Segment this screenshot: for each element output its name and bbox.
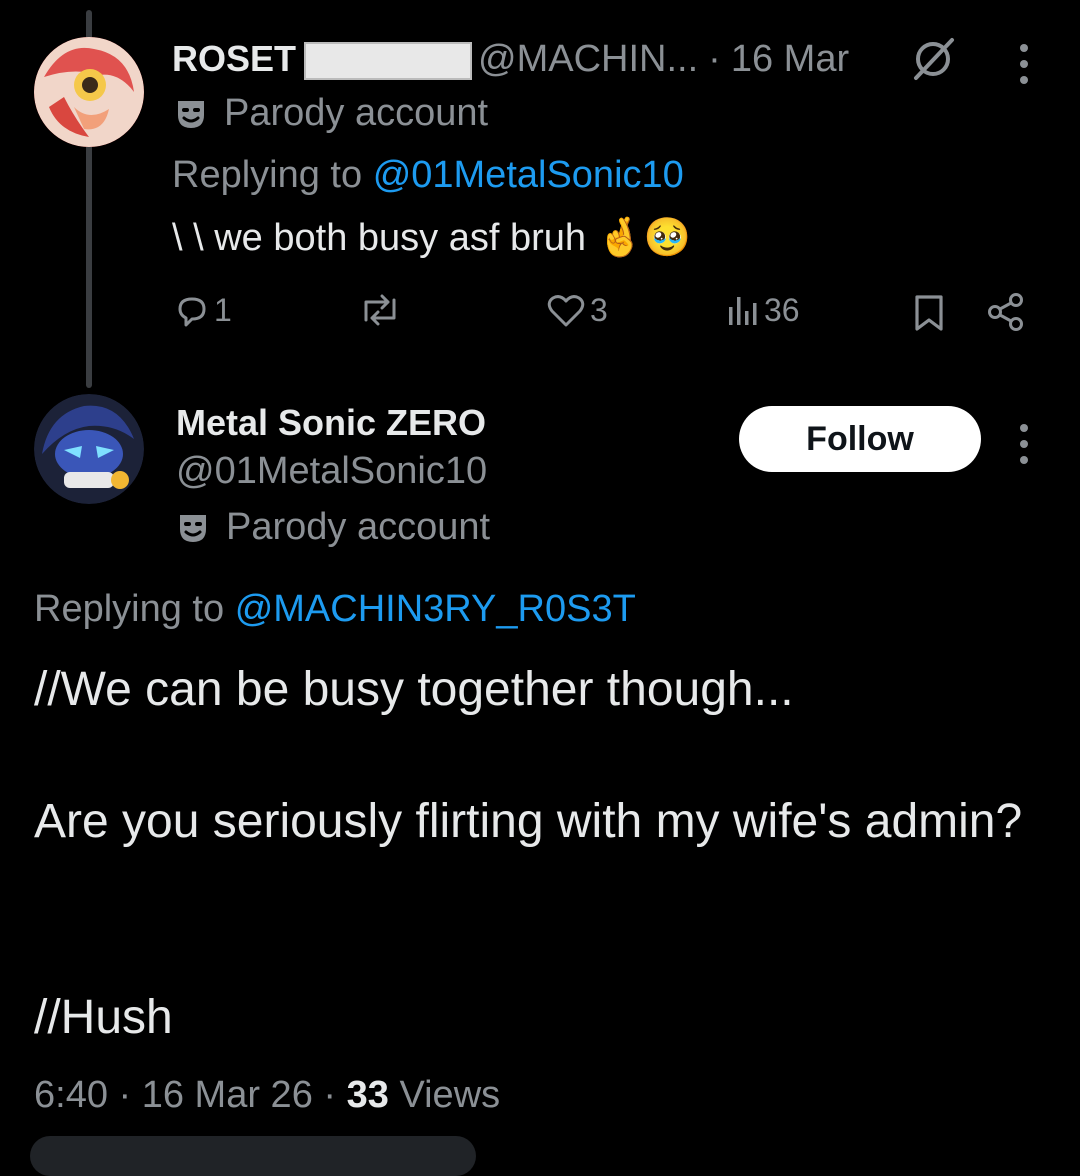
main-tweet-line-1: //We can be busy together though... — [34, 663, 794, 716]
parent-separator: · — [708, 38, 721, 80]
main-display-name[interactable]: Metal Sonic ZERO — [176, 402, 486, 444]
main-tweet-line-3: //Hush — [34, 991, 173, 1044]
parent-reply-action[interactable]: 1 — [174, 292, 232, 329]
parent-header: ROSET @MACHIN... · 16 Mar — [172, 38, 849, 81]
parent-replying-handle[interactable]: @01MetalSonic10 — [373, 154, 684, 196]
parent-like-action[interactable]: 3 — [546, 292, 608, 329]
meta-time[interactable]: 6:40 · 16 Mar 26 · — [34, 1074, 336, 1116]
main-handle[interactable]: @01MetalSonic10 — [176, 450, 487, 493]
parent-parody-badge: Parody account — [174, 92, 488, 135]
meta-views-label: Views — [399, 1074, 501, 1116]
redaction-box — [304, 42, 473, 81]
meta-views-count[interactable]: 33 — [347, 1074, 389, 1116]
parent-handle[interactable]: @MACHIN... — [478, 38, 698, 80]
avatar-metal-sonic[interactable] — [34, 394, 144, 504]
share-icon[interactable] — [986, 292, 1026, 332]
bookmark-icon[interactable] — [912, 294, 946, 332]
parent-repost-action[interactable] — [358, 292, 402, 328]
parent-display-name[interactable]: ROSET — [172, 38, 296, 79]
reply-icon — [178, 297, 206, 326]
parent-replying-prefix: Replying to — [172, 154, 363, 196]
heart-icon — [547, 294, 585, 326]
parody-mask-icon — [178, 100, 204, 128]
parent-replying-to: Replying to @01MetalSonic10 — [172, 154, 684, 197]
parent-tweet-text: \ \ we both busy asf bruh 🤞🥹 — [172, 217, 692, 259]
main-parody-badge: Parody account — [176, 506, 490, 549]
follow-button[interactable]: Follow — [739, 406, 981, 472]
main-replying-handle[interactable]: @MACHIN3RY_R0S3T — [235, 588, 636, 630]
repost-icon — [364, 294, 396, 326]
main-tweet-line-2: Are you seriously flirting with my wife'… — [34, 795, 1023, 848]
main-tweet-meta: 6:40 · 16 Mar 26 · 33 Views — [34, 1074, 500, 1117]
parent-date[interactable]: 16 Mar — [731, 38, 849, 80]
parent-more-icon[interactable] — [1020, 44, 1028, 92]
main-more-icon[interactable] — [1020, 424, 1028, 472]
views-chart-icon — [729, 296, 757, 325]
parent-like-count: 3 — [590, 292, 608, 328]
main-parody-label: Parody account — [226, 506, 491, 548]
parent-parody-label: Parody account — [224, 92, 489, 134]
parent-reply-count: 1 — [214, 292, 232, 328]
avatar-roset[interactable] — [34, 37, 144, 147]
parent-views-action[interactable]: 36 — [726, 292, 800, 329]
bottom-bar-partial — [30, 1136, 476, 1176]
main-replying-to: Replying to @MACHIN3RY_R0S3T — [34, 588, 636, 631]
parent-view-count: 36 — [764, 292, 800, 328]
avatar-roset-art — [34, 37, 144, 147]
parody-mask-icon — [180, 514, 206, 542]
avatar-metal-sonic-art — [34, 394, 144, 504]
grok-icon[interactable] — [908, 34, 958, 84]
main-replying-prefix: Replying to — [34, 588, 225, 630]
